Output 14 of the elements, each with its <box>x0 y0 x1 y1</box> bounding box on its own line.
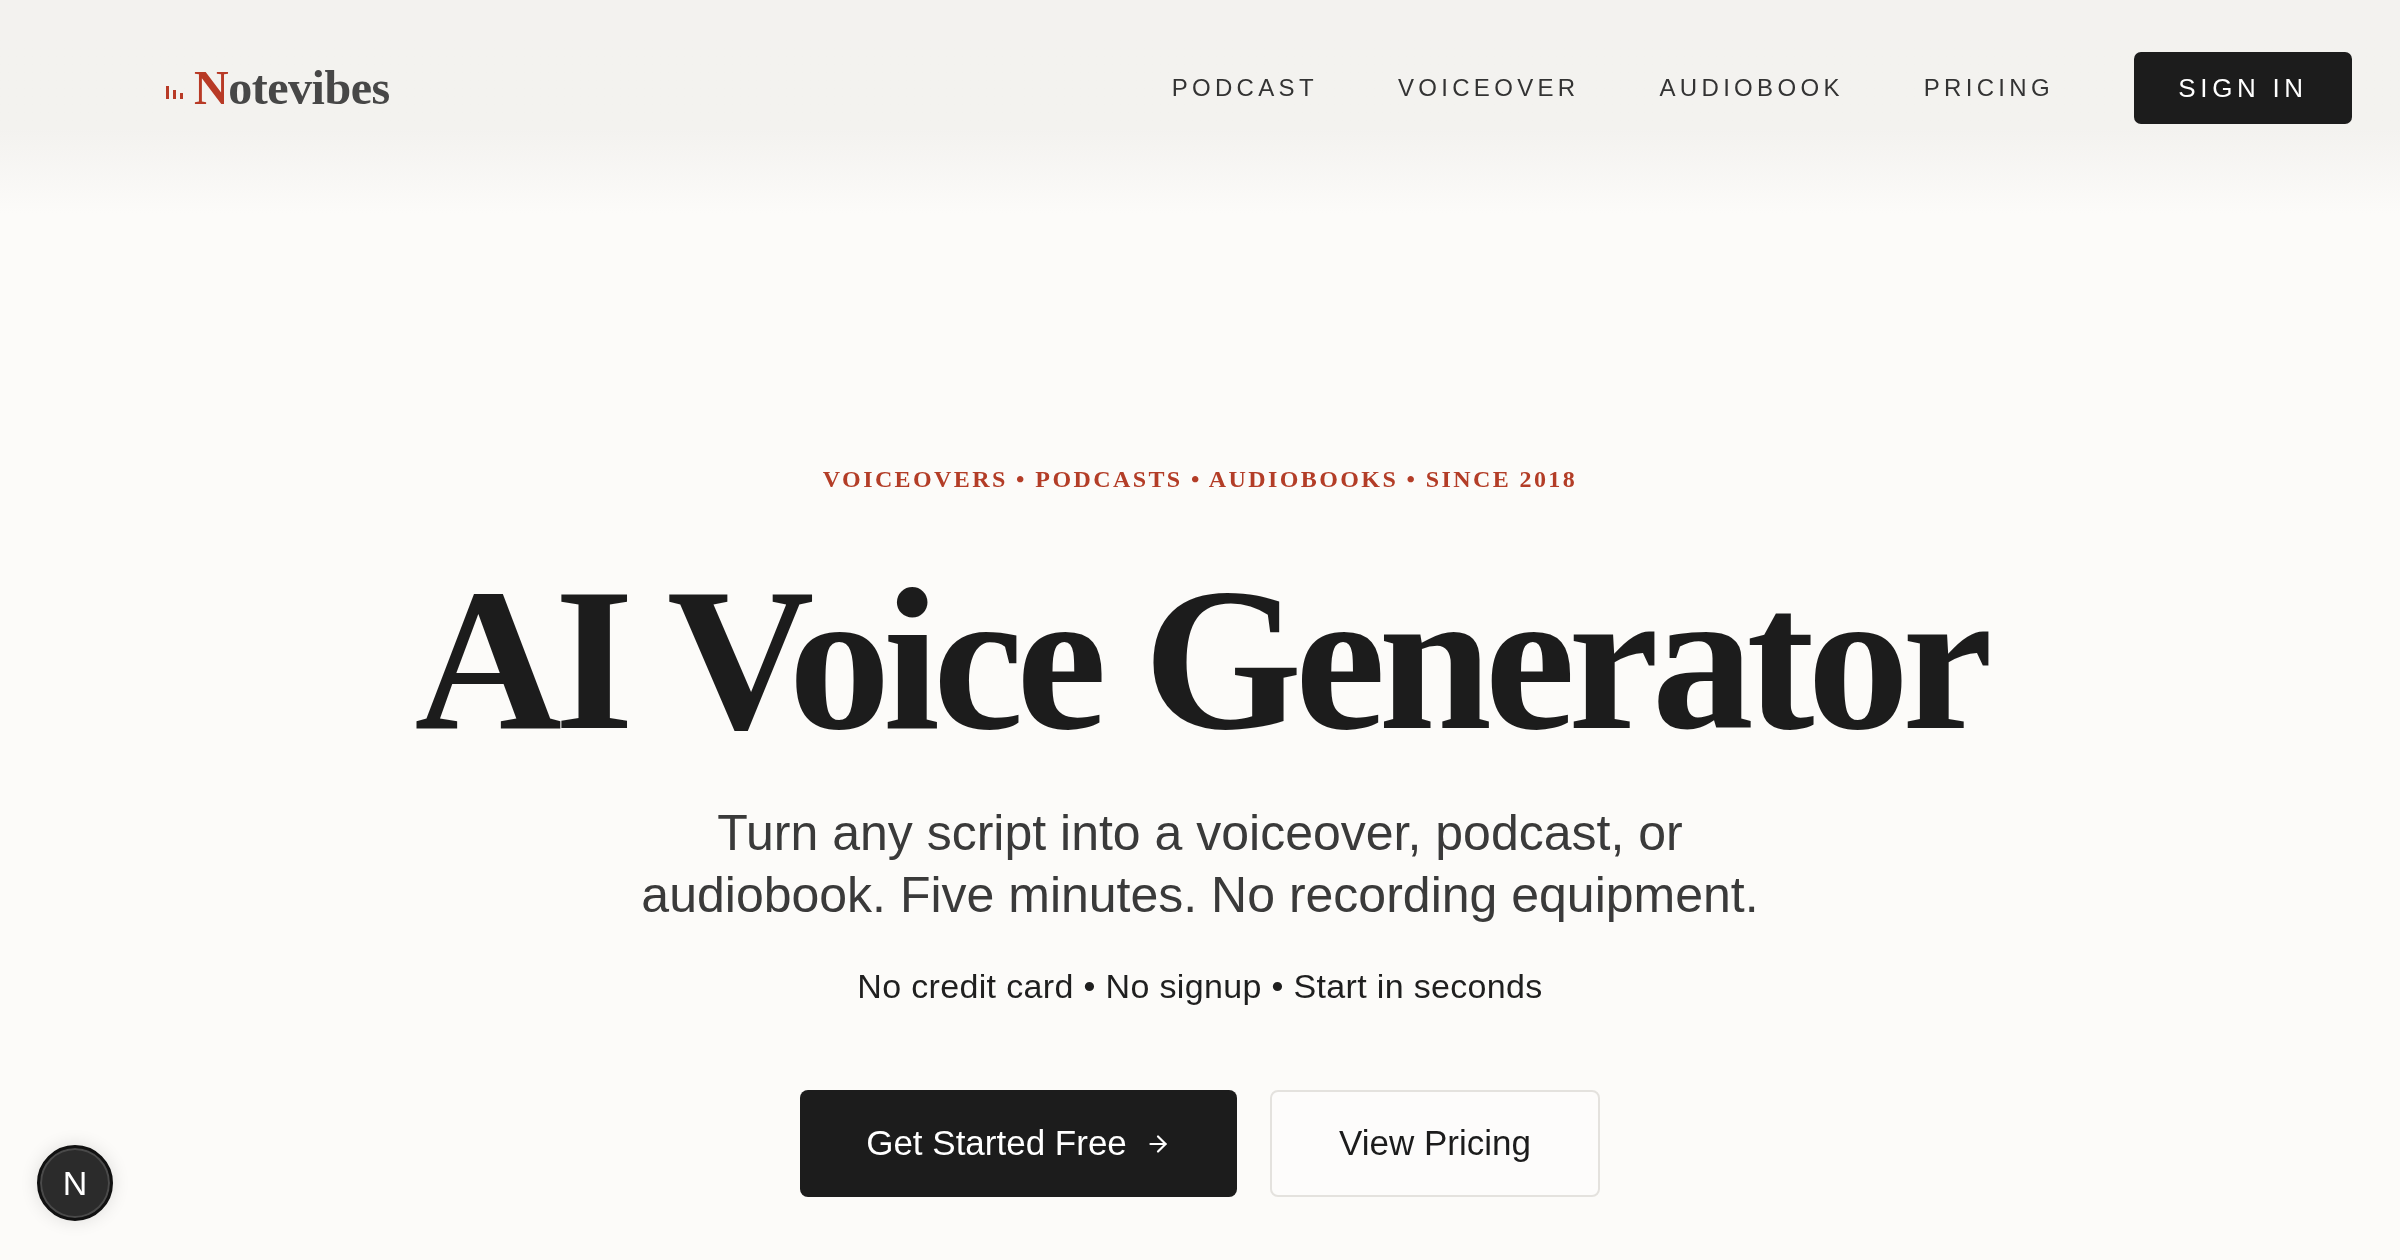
hero-title: AI Voice Generator <box>414 557 1986 761</box>
bars-icon <box>166 85 186 99</box>
nav-link[interactable]: AUDIOBOOK <box>1659 70 1844 106</box>
nav-link[interactable]: VOICEOVER <box>1397 70 1580 106</box>
eyebrow-text: VOICEOVERS • PODCASTS • AUDIOBOOKS • SINCE 2018 <box>822 467 1578 491</box>
nav-link[interactable]: PODCAST <box>1171 70 1318 106</box>
get-started-button[interactable]: Get Started Free <box>800 1090 1237 1197</box>
logo-wordmark[interactable]: Notevibes <box>194 64 390 112</box>
round-logo-button[interactable]: N <box>37 1145 113 1221</box>
nav-link[interactable]: PRICING <box>1923 70 2054 106</box>
perks-text: No credit card • No signup • Start in seconds <box>857 966 1543 1006</box>
sign-in-button[interactable]: SIGN IN <box>2134 52 2352 124</box>
view-pricing-button[interactable]: View Pricing <box>1270 1090 1600 1197</box>
hero-subtitle: Turn any script into a voiceover, podcast, or audiobook. Five minutes. No recording equipment. <box>640 804 1760 925</box>
